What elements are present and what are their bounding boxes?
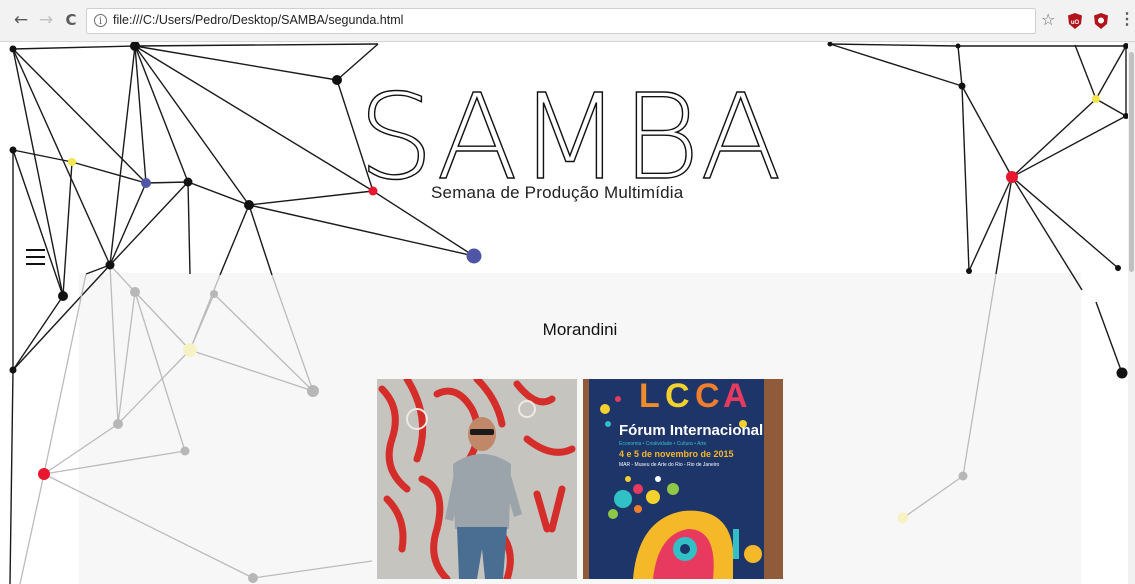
info-icon[interactable]: i — [94, 14, 107, 27]
site-tagline: Semana de Produção Multimídia — [431, 183, 684, 202]
svg-text:C: C — [665, 379, 690, 415]
scrollbar-thumb[interactable] — [1129, 52, 1134, 272]
poster-photo[interactable]: LC CA Fórum Internacional Economia • Cri… — [583, 379, 783, 579]
hamburger-menu-icon[interactable] — [26, 247, 45, 267]
address-bar[interactable]: i file:///C:/Users/Pedro/Desktop/SAMBA/s… — [86, 8, 1036, 34]
svg-text:Fórum Internacional: Fórum Internacional — [619, 422, 763, 439]
svg-text:C: C — [695, 379, 720, 415]
svg-text:Economia • Criatividade • Cult: Economia • Criatividade • Cultura • Arte — [619, 441, 706, 447]
browser-toolbar: ← → C i file:///C:/Users/Pedro/Desktop/S… — [0, 0, 1135, 42]
svg-text:SAMBA: SAMBA — [358, 82, 782, 182]
samba-logo: SAMBA — [357, 82, 782, 182]
forward-icon[interactable]: → — [35, 9, 57, 31]
ublock-extension-icon[interactable]: uO — [1068, 13, 1082, 29]
svg-text:MAR - Museu de Arte do Rio - R: MAR - Museu de Arte do Rio - Rio de Jane… — [619, 462, 720, 468]
page-scrollbar[interactable] — [1128, 42, 1135, 584]
browser-menu-icon[interactable]: ⋮ — [1119, 9, 1135, 31]
back-icon[interactable]: ← — [10, 9, 32, 31]
svg-text:4 e 5 de novembro de 2015: 4 e 5 de novembro de 2015 — [619, 449, 734, 459]
reload-icon[interactable]: C — [60, 9, 82, 31]
bookmark-star-icon[interactable]: ☆ — [1041, 10, 1055, 29]
svg-text:uO: uO — [1071, 20, 1080, 26]
page-viewport: SAMBA Semana de Produção Multimídia Mora… — [0, 42, 1135, 584]
section-title: Morandini — [542, 320, 618, 339]
svg-text:A: A — [723, 379, 748, 415]
person-photo[interactable] — [377, 379, 577, 579]
url-text[interactable]: file:///C:/Users/Pedro/Desktop/SAMBA/seg… — [113, 13, 403, 27]
svg-text:L: L — [639, 379, 660, 415]
privacy-extension-icon[interactable] — [1094, 13, 1108, 29]
